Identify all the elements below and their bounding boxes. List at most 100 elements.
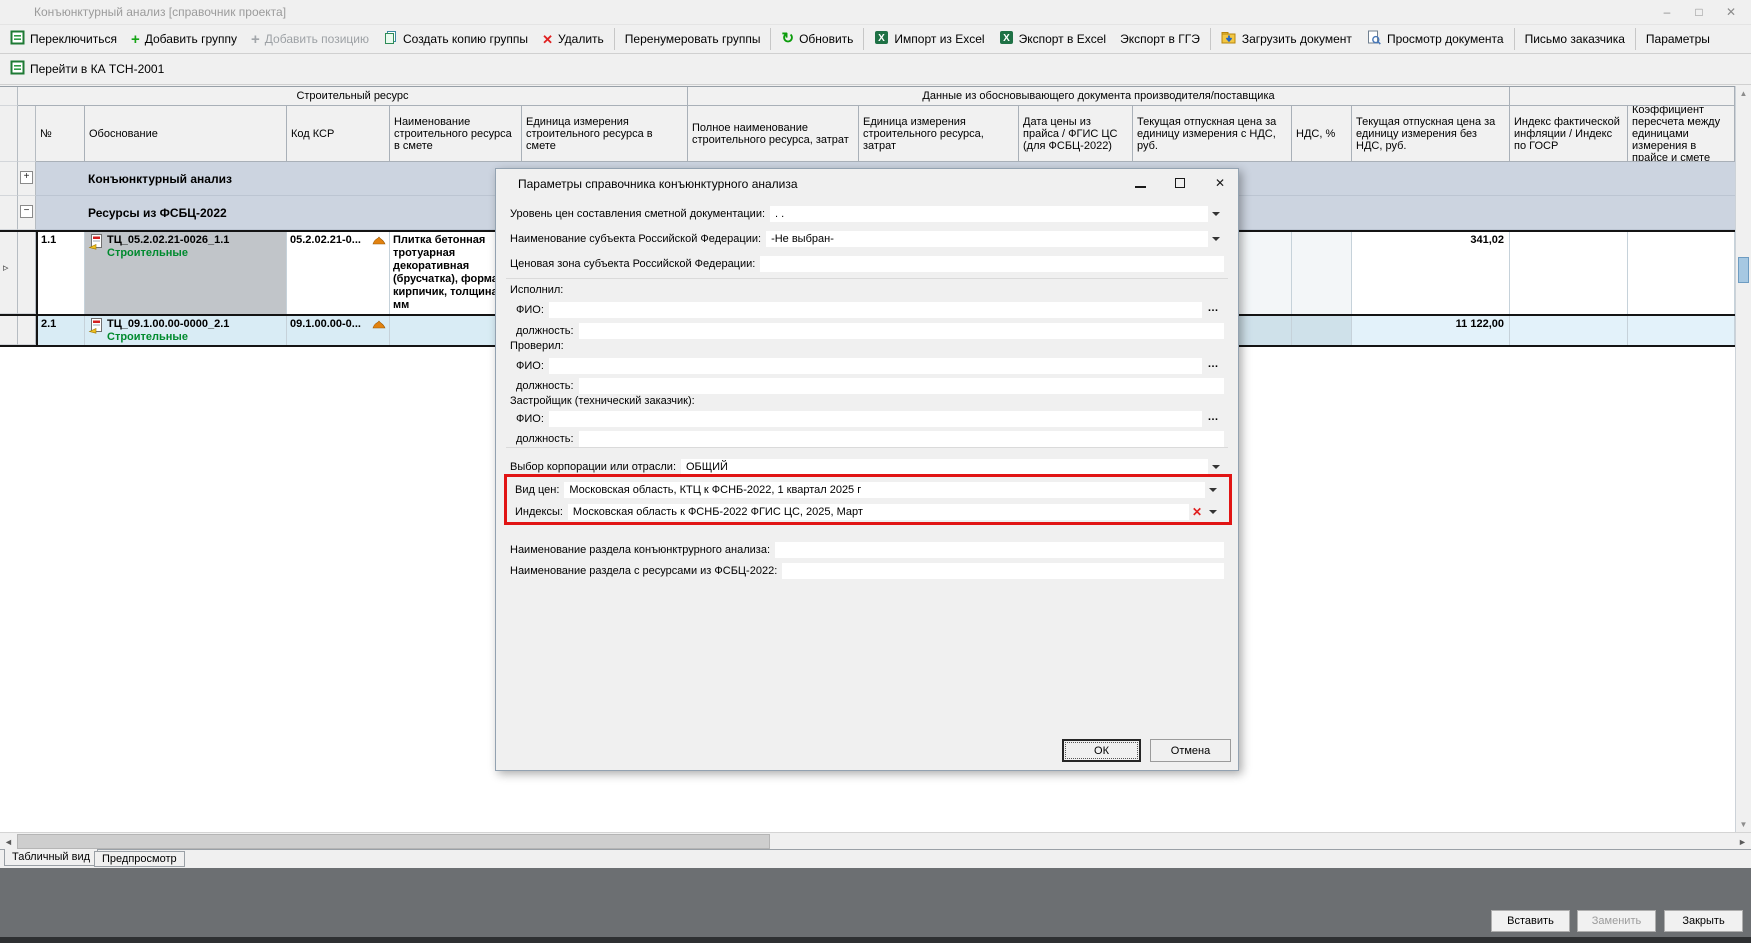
row-header-cell: [18, 106, 36, 162]
expand-plus-icon[interactable]: +: [20, 171, 33, 184]
group-header-construction-resource: Строительный ресурс: [18, 87, 688, 106]
customer-letter-button[interactable]: Письмо заказчика: [1518, 29, 1632, 49]
insert-button[interactable]: Вставить: [1491, 910, 1570, 932]
toolbar-separator: [1514, 28, 1515, 50]
executor-position-input[interactable]: [579, 323, 1224, 339]
cell-num[interactable]: 2.1: [36, 316, 85, 345]
renumber-groups-button[interactable]: Перенумеровать группы: [618, 29, 768, 49]
copy-icon: [383, 30, 398, 48]
view-document-button[interactable]: Просмотр документа: [1359, 27, 1511, 51]
clear-red-x-icon[interactable]: ✕: [1192, 505, 1202, 519]
cell-justification[interactable]: ТЦ_09.1.00.00-0000_2.1 Строительные: [85, 316, 287, 345]
cell-justification[interactable]: ТЦ_05.2.02.21-0026_1.1 Строительные: [85, 232, 287, 314]
vertical-scroll-thumb[interactable]: [1738, 257, 1749, 283]
add-position-button: + Добавить позицию: [244, 29, 376, 49]
svg-text:X: X: [879, 33, 886, 44]
chevron-down-icon[interactable]: [1205, 482, 1221, 498]
price-zone-row: Ценовая зона субъекта Российской Федерац…: [510, 255, 1224, 272]
upload-document-button[interactable]: Загрузить документ: [1214, 27, 1359, 51]
chevron-down-icon[interactable]: [1208, 231, 1224, 247]
col-header-unit-in-estimate: Единица измерения строительного ресурса …: [522, 106, 688, 162]
ka-grid-icon: [10, 30, 25, 48]
dialog-close-icon[interactable]: ✕: [1210, 173, 1230, 193]
resource-type: Строительные: [107, 247, 229, 260]
tab-preview[interactable]: Предпросмотр: [94, 851, 185, 867]
chevron-down-icon[interactable]: [1208, 206, 1224, 222]
scroll-down-icon[interactable]: ▼: [1736, 817, 1751, 832]
cell-vat-percent[interactable]: [1292, 232, 1352, 314]
region-label: Наименование субъекта Российской Федерац…: [510, 233, 766, 245]
developer-position-input[interactable]: [579, 431, 1224, 447]
executor-fio-input[interactable]: [549, 302, 1202, 318]
horizontal-scroll-thumb[interactable]: [17, 834, 770, 849]
corporation-combobox[interactable]: ОБЩИЙ: [681, 459, 1208, 475]
cell-ksr-code[interactable]: 05.2.02.21-0...: [287, 232, 390, 314]
dialog-minimize-icon[interactable]: [1130, 173, 1150, 193]
indexes-combobox[interactable]: Московская область к ФСНБ-2022 ФГИС ЦС, …: [568, 504, 1189, 520]
refresh-button[interactable]: ↻ Обновить: [774, 29, 860, 49]
cell-ksr-code[interactable]: 09.1.00.00-0...: [287, 316, 390, 345]
close-icon[interactable]: ✕: [1715, 0, 1747, 24]
indexes-row: Индексы: Московская область к ФСНБ-2022 …: [515, 503, 1221, 520]
ok-button[interactable]: ОК: [1062, 739, 1141, 762]
dialog-maximize-icon[interactable]: [1170, 173, 1190, 193]
cell-inflation-index[interactable]: [1510, 316, 1628, 345]
indexes-label: Индексы:: [515, 506, 568, 518]
secondary-toolbar: Перейти в КА ТСН-2001: [0, 54, 1751, 85]
cell-conversion-koef[interactable]: [1628, 232, 1735, 314]
price-level-combobox[interactable]: . .: [770, 206, 1208, 222]
cell-conversion-koef[interactable]: [1628, 316, 1735, 345]
export-excel-button[interactable]: X Экспорт в Excel: [992, 27, 1113, 51]
price-zone-input[interactable]: [760, 256, 1224, 272]
delete-x-icon: ✕: [542, 33, 553, 46]
scroll-right-icon[interactable]: ►: [1734, 833, 1751, 850]
collapse-minus-icon[interactable]: −: [20, 205, 33, 218]
goto-ka-tsn-button[interactable]: Перейти в КА ТСН-2001: [3, 57, 171, 81]
view-doc-icon: [1366, 30, 1382, 48]
section-fsbc-input[interactable]: [782, 563, 1224, 579]
cell-num[interactable]: 1.1: [36, 232, 85, 314]
section-fsbc-label: Наименование раздела с ресурсами из ФСБЦ…: [510, 565, 782, 577]
horizontal-scrollbar[interactable]: ◄ ►: [0, 832, 1751, 849]
col-header-ksr-code: Код КСР: [287, 106, 390, 162]
import-excel-button[interactable]: X Импорт из Excel: [867, 27, 991, 51]
ellipsis-button[interactable]: …: [1202, 302, 1224, 318]
cell-vat-percent[interactable]: [1292, 316, 1352, 345]
ellipsis-button[interactable]: …: [1202, 411, 1224, 427]
checker-heading: Проверил:: [510, 340, 564, 352]
toolbar-separator: [1210, 28, 1211, 50]
add-group-button[interactable]: + Добавить группу: [124, 29, 244, 49]
export-gge-button[interactable]: Экспорт в ГГЭ: [1113, 29, 1207, 49]
cell-price-no-vat[interactable]: 341,02: [1352, 232, 1510, 314]
delete-button[interactable]: ✕ Удалить: [535, 29, 611, 49]
section-ka-input[interactable]: [775, 542, 1224, 558]
chevron-down-icon[interactable]: [1208, 459, 1224, 475]
tab-table-view[interactable]: Табличный вид: [4, 849, 98, 866]
region-combobox[interactable]: -Не выбран-: [766, 231, 1208, 247]
price-type-combobox[interactable]: Московская область, КТЦ к ФСНБ-2022, 1 к…: [564, 482, 1205, 498]
price-level-row: Уровень цен составления сметной документ…: [510, 205, 1224, 222]
close-button[interactable]: Закрыть: [1664, 910, 1743, 932]
switch-button[interactable]: Переключиться: [3, 27, 124, 51]
cancel-button[interactable]: Отмена: [1150, 739, 1231, 762]
table-group-header-row: Строительный ресурс Данные из обосновыва…: [0, 87, 1735, 106]
ksr-pile-icon: [372, 318, 386, 333]
ellipsis-button[interactable]: …: [1202, 358, 1224, 374]
developer-fio-input[interactable]: [549, 411, 1202, 427]
parameters-button[interactable]: Параметры: [1639, 29, 1717, 49]
chevron-down-icon[interactable]: [1205, 504, 1221, 520]
maximize-icon[interactable]: □: [1683, 0, 1715, 24]
minimize-icon[interactable]: –: [1651, 0, 1683, 24]
scroll-left-icon[interactable]: ◄: [0, 833, 17, 850]
cell-price-no-vat[interactable]: 11 122,00: [1352, 316, 1510, 345]
vertical-scrollbar[interactable]: ▲ ▼: [1735, 86, 1751, 832]
section-ka-row: Наименование раздела конъюнктрурного ана…: [510, 541, 1224, 558]
toolbar-separator: [770, 28, 771, 50]
scroll-up-icon[interactable]: ▲: [1736, 86, 1751, 101]
checker-fio-input[interactable]: [549, 358, 1202, 374]
col-header-unit-costs: Единица измерения строительного ресурса,…: [859, 106, 1019, 162]
copy-group-button[interactable]: Создать копию группы: [376, 27, 535, 51]
window-titlebar: Конъюнктурный анализ [справочник проекта…: [0, 0, 1751, 24]
checker-position-input[interactable]: [579, 378, 1224, 394]
cell-inflation-index[interactable]: [1510, 232, 1628, 314]
